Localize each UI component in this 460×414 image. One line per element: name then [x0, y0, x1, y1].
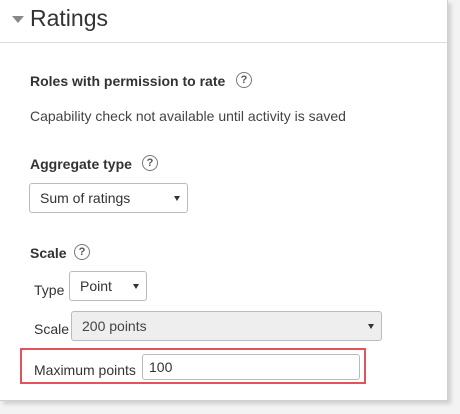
scale-type-value: Point: [80, 278, 112, 294]
section-title: Ratings: [30, 5, 108, 31]
caret-down-icon[interactable]: [12, 16, 24, 23]
scale-help-icon[interactable]: ?: [74, 244, 90, 260]
roles-help-icon[interactable]: ?: [236, 72, 252, 88]
maximum-points-label: Maximum points: [34, 362, 136, 378]
dropdown-arrow-icon: [368, 324, 374, 329]
scale-value: 200 points: [82, 318, 147, 334]
dropdown-arrow-icon: [133, 284, 139, 289]
capability-info-text: Capability check not available until act…: [30, 108, 346, 124]
dropdown-arrow-icon: [174, 196, 180, 201]
ratings-panel: Ratings Roles with permission to rate ? …: [0, 0, 448, 401]
type-label: Type: [34, 282, 65, 298]
ratings-section-header[interactable]: Ratings: [0, 0, 447, 43]
maximum-points-input[interactable]: 100: [142, 354, 360, 380]
scale-label: Scale: [34, 321, 70, 337]
scale-select[interactable]: 200 points: [71, 311, 382, 341]
aggregate-help-icon[interactable]: ?: [142, 155, 158, 171]
aggregate-type-value: Sum of ratings: [40, 190, 131, 206]
scale-heading: Scale: [30, 245, 67, 261]
roles-label: Roles with permission to rate: [30, 73, 226, 89]
aggregate-type-select[interactable]: Sum of ratings: [29, 183, 188, 213]
aggregate-type-label: Aggregate type: [30, 156, 132, 172]
scale-type-select[interactable]: Point: [69, 271, 147, 301]
